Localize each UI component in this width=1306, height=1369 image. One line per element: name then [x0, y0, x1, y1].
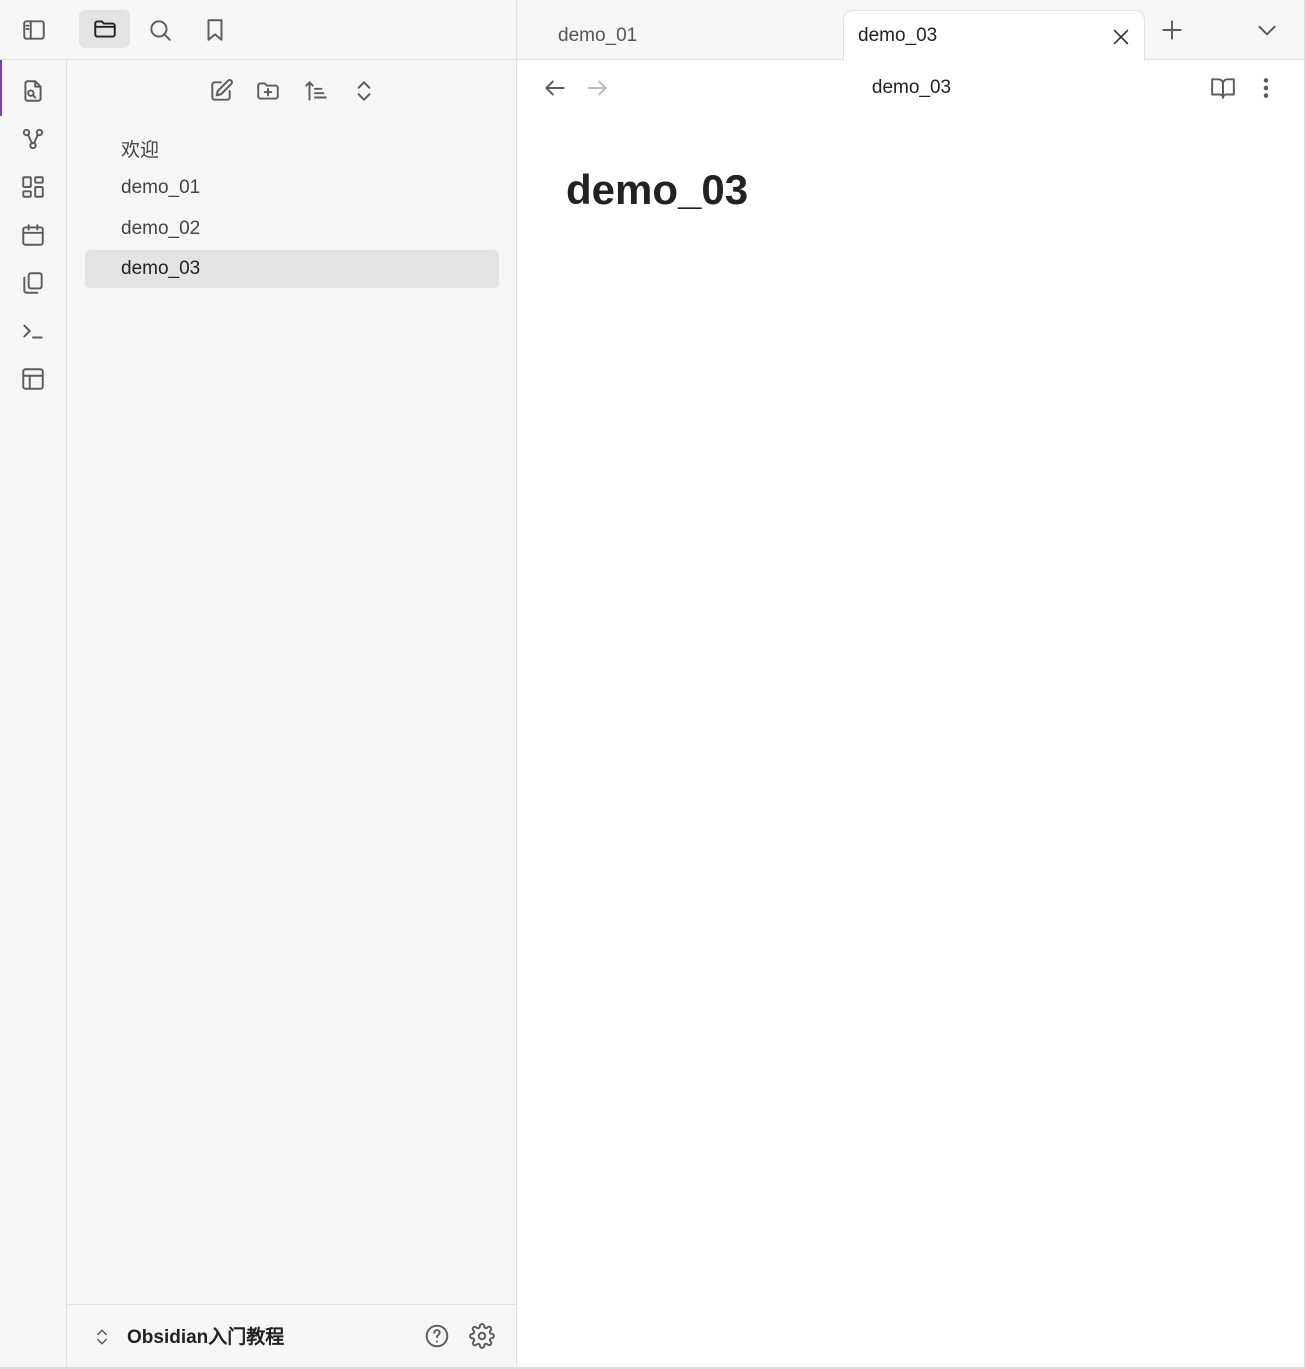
- tree-item-demo-01[interactable]: demo_01: [85, 169, 499, 207]
- canvas-icon[interactable]: [13, 167, 53, 207]
- help-icon[interactable]: [418, 1317, 456, 1355]
- tab-label: demo_03: [858, 25, 938, 46]
- new-note-icon[interactable]: [201, 71, 241, 111]
- sidebar-toggle-icon[interactable]: [14, 10, 54, 50]
- command-palette-icon[interactable]: [13, 311, 53, 351]
- tab-list-chevron-down-icon[interactable]: [1249, 12, 1285, 48]
- tab-bar: demo_01 demo_03: [517, 0, 1306, 61]
- tree-item-label: demo_02: [121, 218, 201, 239]
- sort-icon[interactable]: [296, 71, 336, 111]
- templates-icon[interactable]: [13, 263, 53, 303]
- tab-demo-01[interactable]: demo_01: [544, 10, 834, 61]
- layout-icon[interactable]: [13, 359, 53, 399]
- obsidian-window: 欢迎 demo_01 demo_02 demo_03 Obsidian入门教程 …: [0, 0, 1306, 1369]
- folder-icon[interactable]: [79, 10, 130, 48]
- reading-view-book-icon[interactable]: [1205, 70, 1241, 106]
- close-tab-icon[interactable]: [1106, 22, 1136, 52]
- bookmark-icon[interactable]: [195, 10, 235, 50]
- new-tab-plus-icon[interactable]: [1154, 12, 1190, 48]
- tree-item-label: 欢迎: [121, 139, 160, 161]
- settings-gear-icon[interactable]: [463, 1317, 501, 1355]
- search-icon[interactable]: [140, 10, 180, 50]
- tree-item-demo-02[interactable]: demo_02: [85, 210, 499, 248]
- tab-demo-03[interactable]: demo_03: [843, 10, 1145, 61]
- vault-name[interactable]: Obsidian入门教程: [127, 1322, 284, 1349]
- view-title[interactable]: demo_03: [517, 77, 1306, 99]
- daily-note-icon[interactable]: [13, 215, 53, 255]
- tab-label: demo_01: [558, 24, 638, 46]
- document-heading[interactable]: demo_03: [566, 166, 748, 214]
- quick-switcher-icon[interactable]: [13, 71, 53, 111]
- collapse-icon[interactable]: [344, 71, 384, 111]
- left-sidebar-header: [0, 0, 516, 60]
- ribbon: [0, 60, 67, 1369]
- new-folder-icon[interactable]: [248, 71, 288, 111]
- more-options-icon[interactable]: [1248, 70, 1284, 106]
- tree-item-demo-03[interactable]: demo_03: [85, 250, 499, 288]
- vault-switch-chevron-icon[interactable]: [88, 1322, 116, 1352]
- tree-item-welcome[interactable]: 欢迎: [85, 129, 499, 167]
- ribbon-accent-bar: [0, 60, 2, 116]
- graph-view-icon[interactable]: [13, 119, 53, 159]
- tree-item-label: demo_03: [121, 258, 201, 279]
- tree-item-label: demo_01: [121, 177, 201, 198]
- left-sidebar: 欢迎 demo_01 demo_02 demo_03 Obsidian入门教程: [0, 0, 517, 1369]
- view-header: demo_03: [517, 60, 1306, 118]
